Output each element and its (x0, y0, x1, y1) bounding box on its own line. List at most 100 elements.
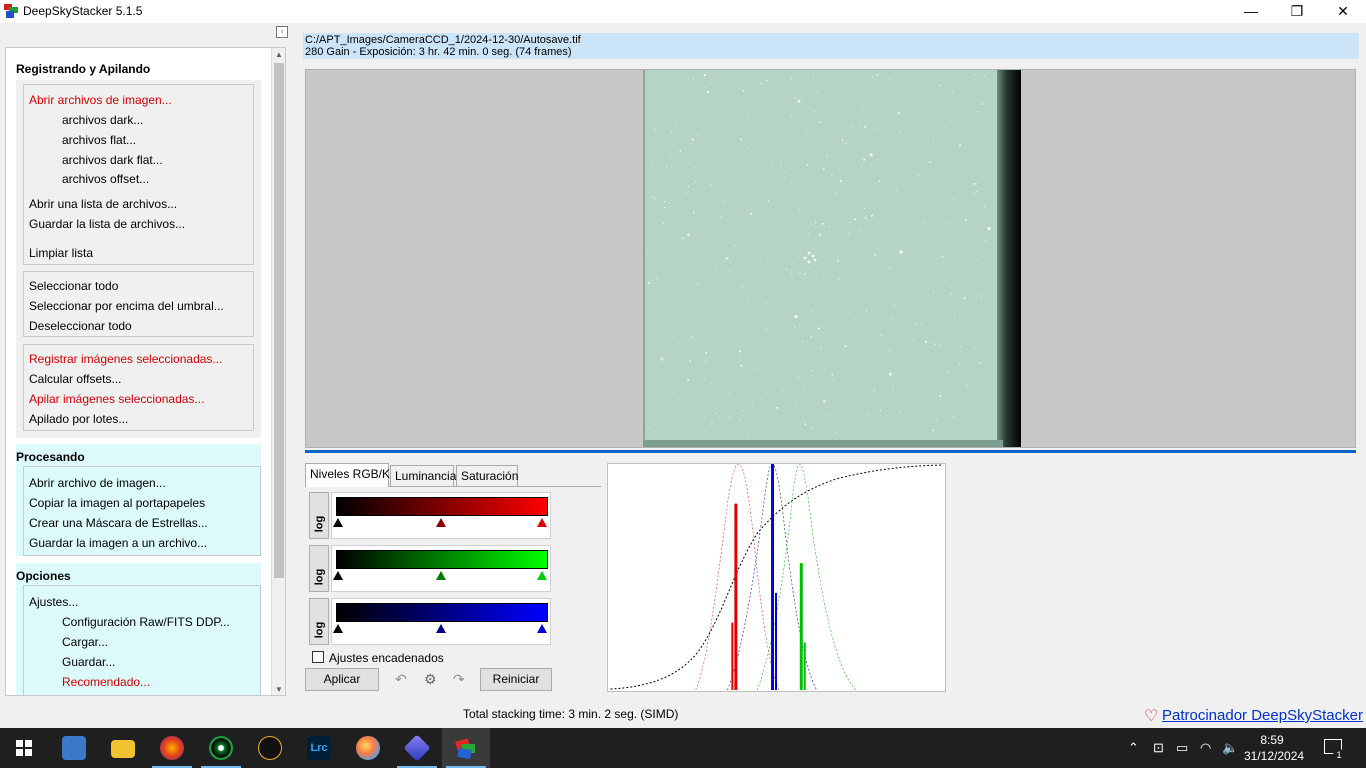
deselect-all-link[interactable]: Deseleccionar todo (29, 319, 132, 333)
astro-app-taskbar[interactable] (246, 728, 294, 768)
green-black-point[interactable] (333, 571, 343, 580)
settings-link[interactable]: Ajustes... (29, 595, 78, 609)
chained-adjustments-checkbox[interactable] (312, 651, 324, 663)
scrollbar-thumb[interactable] (274, 63, 284, 578)
save-settings-link[interactable]: Guardar... (62, 655, 115, 669)
stacking-time-status: Total stacking time: 3 min. 2 seg. (SIMD… (463, 707, 679, 721)
stack-images-link[interactable]: Apilar imágenes seleccionadas... (29, 392, 204, 406)
blue-log-toggle[interactable]: log (309, 598, 329, 645)
tab-luminance[interactable]: Luminancia (390, 465, 456, 487)
offset-files-link[interactable]: archivos offset... (62, 172, 149, 186)
paint-taskbar[interactable] (344, 728, 392, 768)
green-midtone[interactable] (436, 571, 446, 580)
blue-levels: log (309, 598, 551, 645)
file-exposure-info: 280 Gain - Exposición: 3 hr. 42 min. 0 s… (305, 46, 572, 58)
tray-device-icon[interactable]: ⊡ (1153, 740, 1164, 756)
green-levels: log (309, 545, 551, 592)
copy-clipboard-link[interactable]: Copiar la imagen al portapapeles (29, 496, 205, 510)
scroll-down-icon[interactable]: ▼ (275, 685, 283, 694)
apply-button[interactable]: Aplicar (305, 668, 379, 691)
file-explorer-taskbar[interactable] (99, 728, 147, 768)
file-info-header: C:/APT_Images/CameraCCD_1/2024-12-30/Aut… (303, 33, 1359, 59)
notifications-count: 1 (1333, 749, 1345, 761)
system-clock[interactable]: 8:59 31/12/2024 (1244, 732, 1305, 764)
chained-adjustments-label: Ajustes encadenados (329, 651, 444, 665)
lightroom-icon: Lrc (307, 736, 331, 760)
section-options: Opciones (16, 569, 71, 583)
blue-midtone[interactable] (436, 624, 446, 633)
network-tool-icon (62, 736, 86, 760)
clock-date: 31/12/2024 (1244, 749, 1305, 763)
tab-rgb-levels[interactable]: Niveles RGB/K (305, 463, 390, 487)
sharpcap-taskbar[interactable] (197, 728, 245, 768)
sponsor-link[interactable]: Patrocinador DeepSkyStacker (1144, 707, 1363, 724)
select-all-link[interactable]: Seleccionar todo (29, 279, 118, 293)
batch-stacking-link[interactable]: Apilado por lotes... (29, 412, 128, 426)
cube-app-icon (403, 734, 431, 762)
dark-flat-files-link[interactable]: archivos dark flat... (62, 153, 163, 167)
red-white-point[interactable] (537, 518, 547, 527)
dark-files-link[interactable]: archivos dark... (62, 113, 143, 127)
green-log-toggle[interactable]: log (309, 545, 329, 592)
stacked-image[interactable] (643, 70, 1021, 448)
wifi-icon[interactable]: ◠ (1200, 740, 1211, 756)
undo-icon[interactable]: ↶ (395, 671, 407, 688)
red-black-point[interactable] (333, 518, 343, 527)
actions-panel: Registrando y Apilando Abrir archivos de… (5, 47, 286, 696)
pin-icon[interactable]: ▫ (276, 26, 288, 38)
star-mask-link[interactable]: Crear una Máscara de Estrellas... (29, 516, 208, 530)
reset-button[interactable]: Reiniciar (480, 668, 552, 691)
viewer-separator (305, 450, 1356, 453)
open-image-file-link[interactable]: Abrir archivo de imagen... (29, 476, 166, 490)
red-levels: log (309, 492, 551, 539)
flat-files-link[interactable]: archivos flat... (62, 133, 136, 147)
maximize-button[interactable]: ❐ (1274, 0, 1320, 23)
close-button[interactable]: ✕ (1320, 0, 1366, 23)
lightroom-taskbar[interactable]: Lrc (295, 728, 343, 768)
tab-saturation[interactable]: Saturación (456, 465, 518, 487)
panel-scrollbar[interactable]: ▲ ▼ (271, 48, 285, 695)
volume-icon[interactable]: 🔈 (1222, 740, 1238, 756)
file-explorer-icon (111, 740, 135, 758)
file-path: C:/APT_Images/CameraCCD_1/2024-12-30/Aut… (305, 34, 581, 46)
astro-app-icon (258, 736, 282, 760)
load-settings-link[interactable]: Cargar... (62, 635, 108, 649)
red-midtone[interactable] (436, 518, 446, 527)
cube-app-taskbar[interactable] (393, 728, 441, 768)
raw-fits-ddp-link[interactable]: Configuración Raw/FITS DDP... (62, 615, 230, 629)
blue-gradient (336, 603, 548, 622)
tray-chevron-icon[interactable]: ⌃ (1128, 740, 1139, 756)
compute-offsets-link[interactable]: Calcular offsets... (29, 372, 121, 386)
settings-gear-icon[interactable]: ⚙ (424, 671, 437, 688)
green-gradient (336, 550, 548, 569)
open-file-list-link[interactable]: Abrir una lista de archivos... (29, 197, 177, 211)
battery-icon[interactable]: ▭ (1176, 740, 1188, 756)
blue-black-point[interactable] (333, 624, 343, 633)
red-log-toggle[interactable]: log (309, 492, 329, 539)
paint-icon (356, 736, 380, 760)
blue-white-point[interactable] (537, 624, 547, 633)
minimize-button[interactable]: — (1228, 0, 1274, 23)
title-bar: DeepSkyStacker 5.1.5 — ❐ ✕ (0, 0, 1366, 23)
firefox-icon (160, 736, 184, 760)
histogram (607, 463, 946, 692)
redo-icon[interactable]: ↷ (453, 671, 465, 688)
save-image-link[interactable]: Guardar la imagen a un archivo... (29, 536, 207, 550)
recommended-link[interactable]: Recomendado... (62, 675, 150, 689)
image-viewer[interactable] (305, 69, 1356, 448)
deepskystacker-taskbar[interactable] (442, 728, 490, 768)
scroll-up-icon[interactable]: ▲ (275, 50, 283, 59)
register-images-link[interactable]: Registrar imágenes seleccionadas... (29, 352, 222, 366)
green-white-point[interactable] (537, 571, 547, 580)
clear-list-link[interactable]: Limpiar lista (29, 246, 93, 260)
select-threshold-link[interactable]: Seleccionar por encima del umbral... (29, 299, 224, 313)
network-tool-taskbar[interactable] (50, 728, 98, 768)
app-logo-icon (4, 4, 18, 18)
firefox-taskbar[interactable] (148, 728, 196, 768)
save-file-list-link[interactable]: Guardar la lista de archivos... (29, 217, 185, 231)
open-images-link[interactable]: Abrir archivos de imagen... (29, 93, 172, 107)
sharpcap-icon (209, 736, 233, 760)
start-button[interactable] (0, 728, 48, 768)
windows-taskbar: Lrc ⌃ ⊡ ▭ ◠ 🔈 8:59 31/12/2024 1 (0, 728, 1366, 768)
deepskystacker-icon (455, 738, 475, 760)
